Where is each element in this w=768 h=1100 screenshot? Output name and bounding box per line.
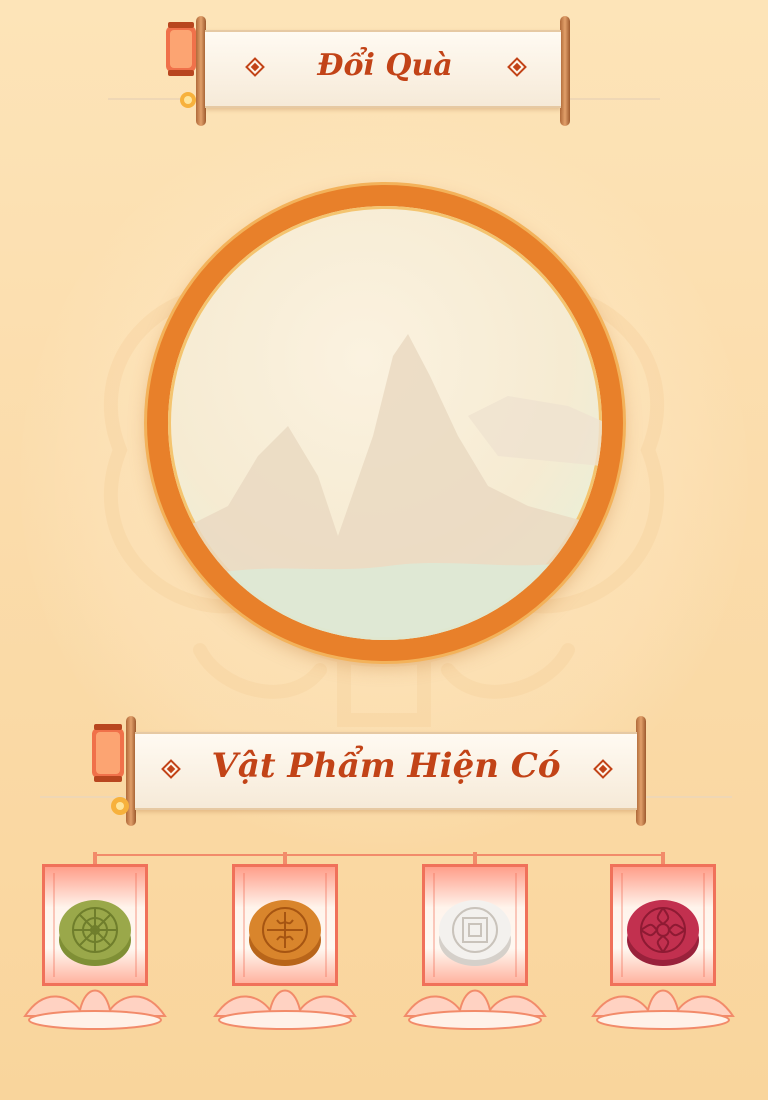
item-slot-4[interactable]	[588, 852, 738, 1032]
mountain-landscape-illustration	[168, 334, 602, 640]
sky-lantern-icon	[166, 22, 196, 108]
lotus-pedestal	[591, 989, 735, 1030]
hanging-string	[96, 854, 662, 856]
lotus-pedestal	[213, 989, 357, 1030]
item-slot-1[interactable]	[20, 852, 170, 1032]
header-scroll-banner: Đổi Quà	[100, 14, 670, 126]
item-slot-3[interactable]	[400, 852, 550, 1032]
red-mooncake-icon	[627, 900, 699, 966]
lotus-pedestal	[23, 989, 167, 1030]
items-section-title: Vật Phẩm Hiện Có	[211, 746, 561, 786]
orange-mooncake-icon	[249, 900, 321, 966]
green-mooncake-icon	[59, 900, 131, 966]
white-mooncake-icon	[439, 900, 511, 966]
item-slot-2[interactable]	[210, 852, 360, 1032]
items-scroll-banner: Vật Phẩm Hiện Có	[36, 714, 736, 830]
lotus-pedestal	[403, 989, 547, 1030]
reward-display-area[interactable]	[168, 206, 602, 640]
sky-lantern-icon	[92, 724, 129, 815]
cloud-line-right	[646, 796, 732, 798]
cloud-line-right	[570, 98, 660, 100]
